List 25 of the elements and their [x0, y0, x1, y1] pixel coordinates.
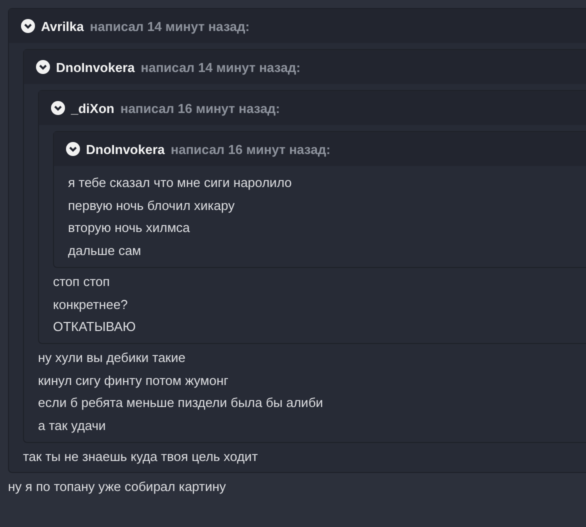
author-name[interactable]: Avrilka	[41, 18, 84, 34]
quote-meta: написал 14 минут назад:	[90, 18, 250, 34]
message-line: дальше сам	[68, 242, 142, 260]
message-line: кинул сигу финту потом жумонг	[38, 372, 230, 390]
author-name[interactable]: DnoInvokera	[56, 60, 135, 74]
message-line: если б ребята меньше пиздели была бы алиби	[38, 394, 324, 412]
message-line: стоп стоп	[53, 272, 111, 291]
author-name[interactable]: DnoInvokera	[86, 142, 165, 156]
message-line: я тебе сказал что мне сиги наролило	[68, 174, 293, 192]
collapse-icon[interactable]	[36, 60, 50, 74]
message-line: так ты не знаешь куда твоя цель ходит	[23, 448, 259, 466]
message-line: ОТКАТЫВАЮ	[53, 318, 137, 336]
message-line: ну хули вы дебики такие	[38, 348, 186, 367]
message-line: вторую ночь хилмса	[68, 219, 191, 238]
message-line: а так удачи	[38, 417, 107, 436]
collapse-icon[interactable]	[51, 101, 65, 115]
message-line: первую ночь блочил хикару	[68, 196, 236, 215]
quote-meta: написал 16 минут назад:	[120, 100, 280, 116]
quote-meta: написал 16 минут назад:	[170, 142, 330, 156]
collapse-icon[interactable]	[21, 19, 35, 33]
collapse-icon[interactable]	[66, 142, 80, 156]
message-line: конкретнее?	[53, 296, 129, 314]
message-line: ну я по топану уже собирал картину	[8, 478, 227, 496]
author-name[interactable]: _diXon	[71, 100, 114, 116]
quote-meta: написал 14 минут назад:	[140, 60, 300, 74]
